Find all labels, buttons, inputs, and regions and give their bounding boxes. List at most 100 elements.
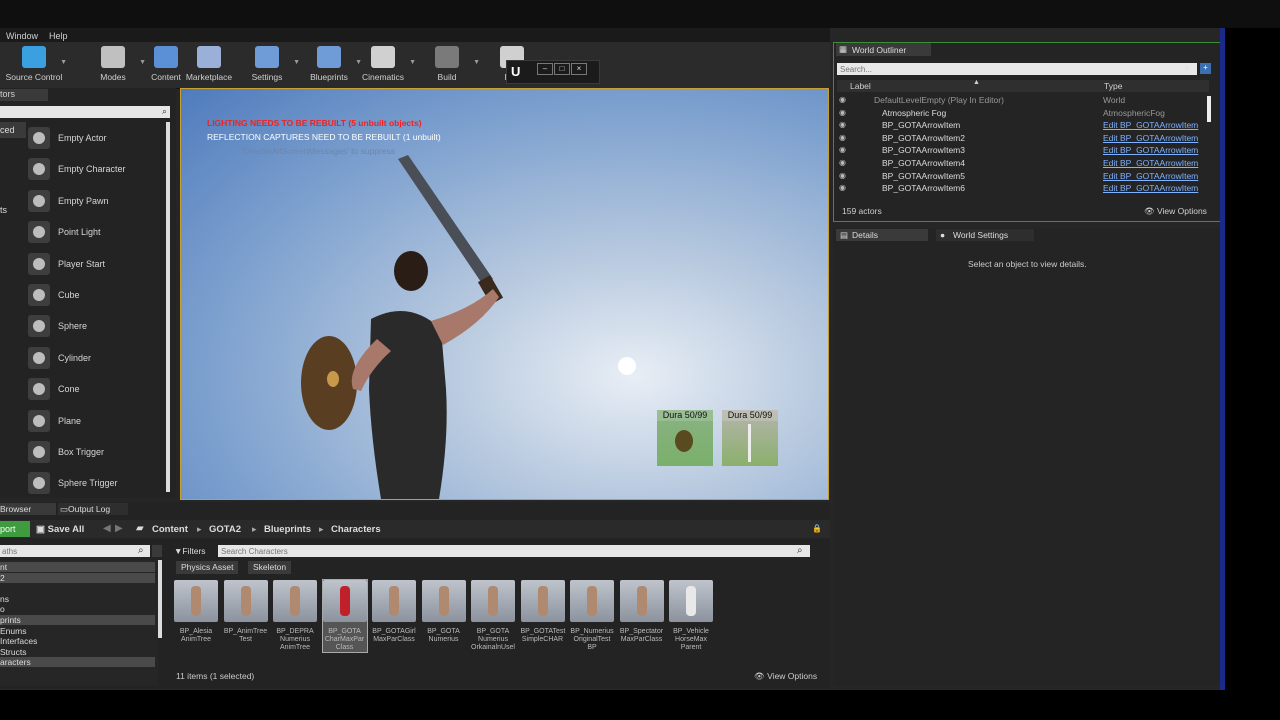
col-label[interactable]: Label — [850, 81, 871, 91]
maximize-icon[interactable]: □ — [554, 63, 570, 75]
minimize-icon[interactable]: – — [537, 63, 553, 75]
dropdown-arrow-icon[interactable]: ▼ — [293, 59, 300, 66]
toolbar-cinematics-button[interactable]: Cinematics ▼ — [354, 44, 416, 84]
toolbar-marketplace-button[interactable]: Marketplace — [180, 44, 238, 84]
asset-tile[interactable]: BP_GOTAGirl MaxParClass — [372, 580, 416, 644]
folder-tree-item[interactable]: aracters — [0, 657, 155, 668]
col-type[interactable]: Type — [1104, 81, 1122, 91]
outliner-row[interactable]: ◉ BP_GOTAArrowItem4 Edit BP_GOTAArrowItem — [837, 157, 1207, 169]
place-item[interactable]: Cube — [28, 280, 166, 310]
tab-output-log[interactable]: ▭ Output Log — [58, 503, 128, 515]
outliner-row[interactable]: ◉ BP_GOTAArrowItem2 Edit BP_GOTAArrowItem — [837, 132, 1207, 144]
lock-icon[interactable]: 🔒 — [812, 524, 822, 533]
place-item[interactable]: Player Start — [28, 249, 166, 279]
add-filter-icon[interactable]: + — [1200, 63, 1211, 74]
tab-world-settings[interactable]: ● World Settings — [936, 229, 1034, 241]
asset-search-input[interactable] — [218, 545, 810, 557]
visibility-eye-icon[interactable]: ◉ — [839, 108, 846, 117]
breadcrumb-item[interactable]: Blueprints — [264, 524, 311, 535]
folder-tree-item[interactable]: Enums — [0, 626, 155, 636]
filter-chip[interactable]: Skeleton — [248, 561, 292, 574]
breadcrumb-separator-icon[interactable]: ▸ — [252, 524, 257, 535]
toolbar-settings-button[interactable]: Settings ▼ — [238, 44, 300, 84]
outliner-row[interactable]: ◉ BP_GOTAArrowItem3 Edit BP_GOTAArrowItem — [837, 144, 1207, 156]
category-advanced[interactable]: ced — [0, 122, 26, 138]
toolbar-source-control-button[interactable]: Source Control ▼ — [5, 44, 67, 84]
visibility-eye-icon[interactable]: ◉ — [839, 120, 846, 129]
outliner-row[interactable]: ◉ BP_GOTAArrowItem Edit BP_GOTAArrowItem — [837, 119, 1207, 131]
tab-modes[interactable]: tors — [0, 89, 48, 101]
outliner-row-type[interactable]: Edit BP_GOTAArrowItem — [1103, 183, 1198, 193]
tab-details[interactable]: ▤ Details — [836, 229, 928, 241]
import-button[interactable]: port — [0, 521, 30, 537]
place-item[interactable]: Empty Actor — [28, 123, 166, 153]
paths-options-icon[interactable] — [152, 545, 162, 557]
place-item[interactable]: Cone — [28, 374, 166, 404]
asset-tile[interactable]: BP_GOTA Numerius — [421, 580, 466, 644]
place-item[interactable]: Sphere Trigger — [28, 468, 166, 498]
folder-tree-item[interactable]: ns — [0, 594, 155, 604]
modes-search-input[interactable]: ⌕ — [0, 106, 170, 118]
asset-tile[interactable]: BP_GOTATest SimpleCHAR — [520, 580, 565, 644]
dropdown-arrow-icon[interactable]: ▼ — [409, 59, 416, 66]
paths-search-input[interactable] — [0, 545, 150, 557]
category-label[interactable]: ts — [0, 205, 7, 215]
outliner-row[interactable]: ◉ BP_GOTAArrowItem5 Edit BP_GOTAArrowItem — [837, 170, 1207, 182]
asset-tile[interactable]: BP_Numerius OriginalTest BP — [570, 580, 614, 652]
view-options-button[interactable]: View Options — [1157, 206, 1207, 216]
breadcrumb-item[interactable]: Characters — [331, 524, 381, 535]
place-item[interactable]: Cylinder — [28, 343, 166, 373]
outliner-row-type[interactable]: Edit BP_GOTAArrowItem — [1103, 158, 1198, 168]
outliner-scrollbar[interactable] — [1207, 96, 1211, 122]
toolbar-build-button[interactable]: Build ▼ — [418, 44, 480, 84]
filters-button[interactable]: ▼Filters — [174, 546, 206, 556]
outliner-row-type[interactable]: Edit BP_GOTAArrowItem — [1103, 120, 1198, 130]
asset-tile[interactable]: BP_AnimTree Test — [223, 580, 268, 644]
asset-tile[interactable]: BP_DEPRA Numerius AnimTree — [273, 580, 317, 652]
folder-tree-item[interactable]: 2 — [0, 572, 155, 583]
place-item[interactable]: Point Light — [28, 217, 166, 247]
toolbar-modes-button[interactable]: Modes ▼ — [84, 44, 146, 84]
filter-chip[interactable]: Physics Asset — [176, 561, 239, 574]
breadcrumb-item[interactable]: GOTA2 — [209, 524, 241, 535]
asset-tile[interactable]: BP_GOTA Numerius OrkainalnUsel — [471, 580, 515, 652]
folder-tree-item[interactable]: Interfaces — [0, 636, 155, 646]
dropdown-arrow-icon[interactable]: ▼ — [473, 59, 480, 66]
close-icon[interactable]: × — [571, 63, 587, 75]
forward-arrow-icon[interactable]: ▶ — [115, 523, 123, 534]
breadcrumb-item[interactable]: Content — [152, 524, 188, 535]
modes-scrollbar[interactable] — [166, 122, 170, 492]
place-item[interactable]: Empty Pawn — [28, 186, 166, 216]
menu-help[interactable]: Help — [49, 31, 68, 41]
asset-tile[interactable]: BP_Alesia AnimTree — [174, 580, 218, 644]
menu-window[interactable]: Window — [6, 31, 38, 41]
save-all-button[interactable]: ▣ Save All — [36, 524, 84, 535]
visibility-eye-icon[interactable]: ◉ — [839, 158, 846, 167]
outliner-row[interactable]: ◉ DefaultLevelEmpty (Play In Editor) World — [837, 94, 1207, 106]
folder-tree-item[interactable]: nt — [0, 562, 155, 572]
asset-tile[interactable]: BP_Vehicle HorseMax Parent — [669, 580, 713, 652]
breadcrumb-separator-icon[interactable]: ▸ — [197, 524, 202, 535]
outliner-row[interactable]: ◉ Atmospheric Fog AtmosphericFog — [837, 107, 1207, 119]
outliner-row[interactable]: ◉ BP_GOTAArrowItem6 Edit BP_GOTAArrowItem — [837, 182, 1207, 194]
folder-tree-item[interactable]: prints — [0, 615, 155, 625]
place-item[interactable]: Plane — [28, 406, 166, 436]
folder-tree-item[interactable]: o — [0, 604, 155, 614]
outliner-row-type[interactable]: Edit BP_GOTAArrowItem — [1103, 145, 1198, 155]
breadcrumb-separator-icon[interactable]: ▸ — [319, 524, 324, 535]
folder-tree-item[interactable]: Structs — [0, 647, 155, 657]
outliner-row-type[interactable]: Edit BP_GOTAArrowItem — [1103, 133, 1198, 143]
tab-content-browser[interactable]: Browser — [0, 503, 56, 515]
visibility-eye-icon[interactable]: ◉ — [839, 133, 846, 142]
place-item[interactable]: Empty Character — [28, 154, 166, 184]
place-item[interactable]: Sphere — [28, 311, 166, 341]
outliner-search-input[interactable] — [837, 63, 1197, 75]
visibility-eye-icon[interactable]: ◉ — [839, 95, 846, 104]
visibility-eye-icon[interactable]: ◉ — [839, 183, 846, 192]
visibility-eye-icon[interactable]: ◉ — [839, 171, 846, 180]
tab-world-outliner[interactable]: ▦ World Outliner — [836, 43, 931, 56]
place-item[interactable]: Box Trigger — [28, 437, 166, 467]
asset-tile[interactable]: BP_Spectator MaxParClass — [619, 580, 664, 644]
asset-tile[interactable]: BP_GOTA CharMaxPar Class — [321, 579, 368, 653]
tree-scrollbar[interactable] — [158, 560, 162, 638]
